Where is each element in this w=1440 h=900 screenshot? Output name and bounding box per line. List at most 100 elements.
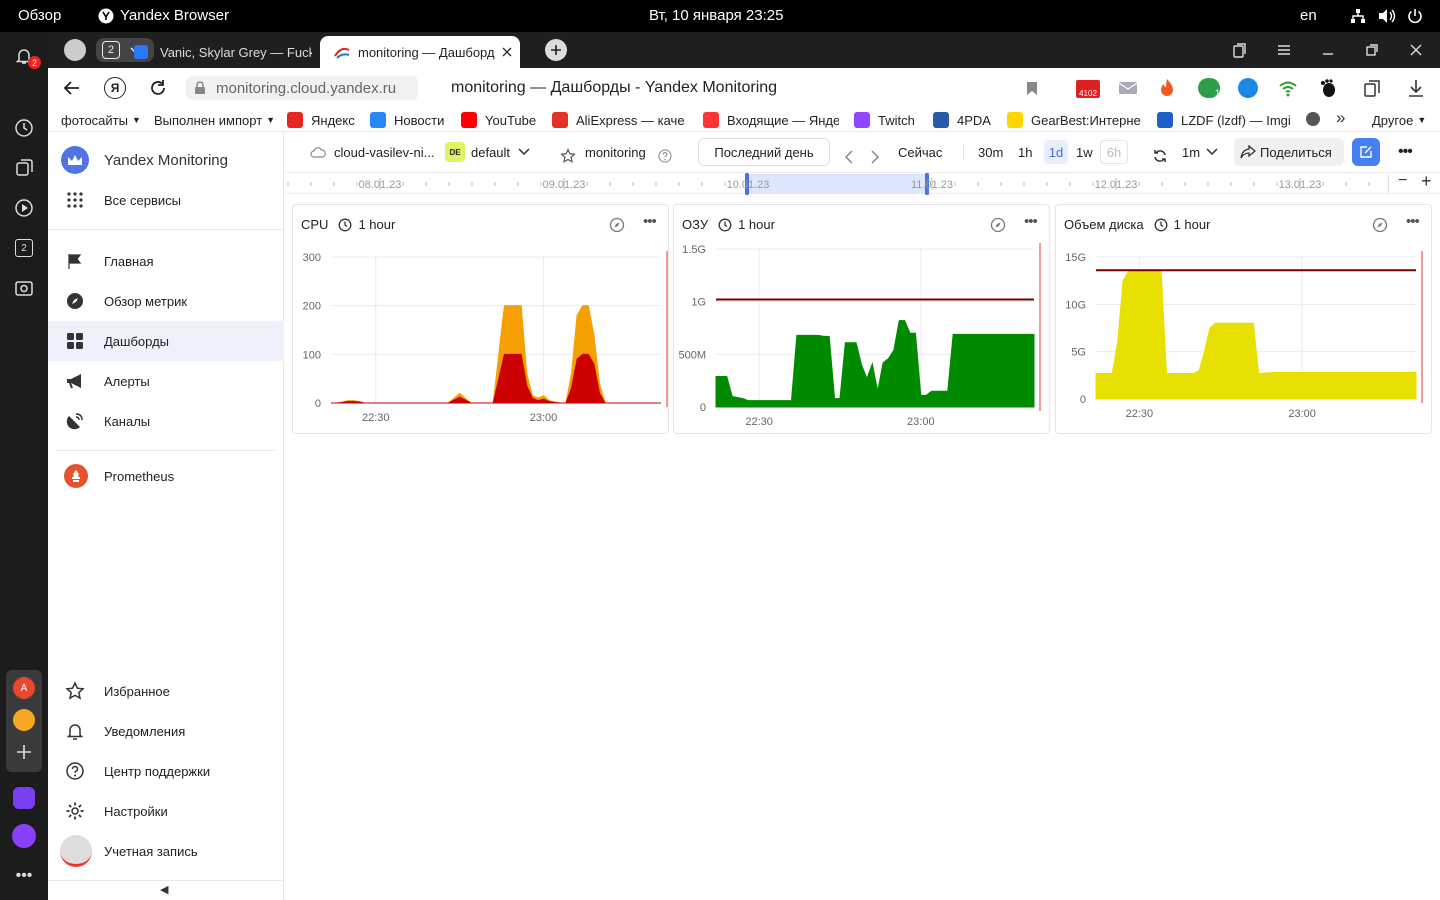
help-icon[interactable] [658,144,672,168]
tab-monitoring[interactable]: monitoring — Дашборд [320,36,520,68]
bookmarks-panel-icon[interactable] [1232,42,1248,58]
other-bookmarks[interactable]: Другое ▼ [1372,111,1426,129]
profile-avatar[interactable] [64,39,86,61]
zoom-in-icon[interactable]: + [1421,171,1432,192]
ram-chart[interactable]: 0 500M 1G 1.5G 22:30 23:00 [674,241,1051,431]
wifi-extension-icon[interactable] [1278,78,1298,98]
compass-icon[interactable] [609,217,625,233]
yandex-logo-icon[interactable]: Я [104,77,126,99]
sidebar-item-dashboards[interactable]: Дашборды [48,321,284,361]
share-button[interactable]: Поделиться [1234,138,1344,166]
compass-icon[interactable] [1372,217,1388,233]
bookmark-aliexpress[interactable]: AliExpress — каче [552,111,688,129]
timeline-selection[interactable] [746,174,928,194]
next-period-icon[interactable] [870,145,880,169]
notifications-dock-icon[interactable]: 2 [12,44,41,69]
close-window-icon[interactable] [1408,42,1424,58]
maximize-icon[interactable] [1364,42,1380,58]
gnome-extension-icon[interactable] [1318,78,1338,98]
app-menu[interactable]: Yandex Browser [98,7,229,24]
disk-chart[interactable]: 0 5G 10G 15G 22:30 23:00 [1056,241,1432,431]
bookmark-folder-imported[interactable]: Выполнен импорт ▼ [154,111,275,129]
favorite-star-icon[interactable] [560,144,576,168]
cloud-selector[interactable]: cloud-vasilev-ni... [310,140,434,164]
bookmark-4pda[interactable]: 4PDA [933,111,991,129]
cpu-chart[interactable]: 0 100 200 300 22:30 23:00 [293,241,670,431]
mail-extension-icon[interactable]: 4102 [1076,80,1100,98]
video-icon[interactable] [12,196,36,220]
sidebar-item-favorites[interactable]: Избранное [48,671,284,711]
range-1w[interactable]: 1w [1076,140,1093,164]
add-app-icon[interactable] [12,740,36,764]
translate-app-icon[interactable]: A [12,676,36,700]
clock[interactable]: Вт, 10 января 23:25 [649,7,783,24]
timeline[interactable]: 08.01.23 09.01.23 10.01.23 11.01.23 12.01.23… [284,171,1440,195]
range-30m[interactable]: 30m [978,140,1003,164]
screenshot-icon[interactable] [12,276,36,300]
bookmark-youtube[interactable]: YouTube [461,111,536,129]
close-tab-icon[interactable] [502,47,512,57]
messenger-app-icon[interactable] [12,786,36,810]
series-area-0[interactable] [715,320,1035,408]
fire-extension-icon[interactable] [1158,78,1176,98]
tab-youtube[interactable]: Vanic, Skylar Grey — Fucki [134,36,312,68]
cloud-extension-icon[interactable] [1238,78,1258,98]
sidebar-item-metrics[interactable]: Обзор метрик [48,281,284,321]
bookmark-yandex[interactable]: Яндекс [287,111,355,129]
sidebar-item-home[interactable]: Главная [48,241,284,281]
bookmark-gearbest[interactable]: GearBest:Интерне [1007,111,1141,129]
more-menu-icon[interactable]: ••• [1398,140,1413,164]
range-1h[interactable]: 1h [1018,140,1032,164]
brand-link[interactable]: Yandex Monitoring [48,140,284,180]
collections-toolbar-icon[interactable] [1362,78,1382,98]
more-icon[interactable]: ••• [12,864,36,888]
menu-icon[interactable] [1276,42,1292,58]
folder-selector[interactable]: DE default [445,140,530,164]
keyboard-layout[interactable]: en [1300,7,1317,24]
sidebar-item-account[interactable]: Учетная запись [48,831,284,871]
collapse-sidebar-icon[interactable]: ◀ [160,883,168,896]
range-6h[interactable]: 6h [1100,140,1128,164]
bookmark-imgur[interactable]: LZDF (lzdf) — Imgi [1157,111,1291,129]
sidebar-item-prometheus[interactable]: Prometheus [48,456,284,496]
back-icon[interactable] [62,77,82,99]
address-bar[interactable]: monitoring.cloud.yandex.ru [186,76,418,100]
activities-button[interactable]: Обзор [18,7,61,24]
workspace-icon[interactable]: 2 [12,236,36,260]
period-selector[interactable]: Последний день [698,138,830,166]
power-icon[interactable] [1407,8,1423,24]
download-icon[interactable] [1406,78,1426,98]
bookmark-yandex-mail[interactable]: Входящие — Янде [703,111,839,129]
zoom-out-icon[interactable]: − [1398,172,1407,190]
reload-icon[interactable] [148,77,168,99]
prev-period-icon[interactable] [844,145,854,169]
refresh-interval[interactable]: 1m [1182,140,1218,164]
sidebar-item-alerts[interactable]: Алерты [48,361,284,401]
envelope-icon[interactable] [1118,80,1138,96]
now-button[interactable]: Сейчас [898,140,942,164]
network-icon[interactable] [1350,8,1366,24]
panel-menu-icon[interactable]: ••• [643,213,657,230]
bookmark-misc-icon[interactable] [1306,112,1320,126]
all-services-button[interactable]: Все сервисы [48,180,284,220]
history-icon[interactable] [12,116,36,140]
more-bookmarks-icon[interactable]: » [1336,108,1345,128]
bookmark-folder-photos[interactable]: фотосайты ▼ [61,111,141,129]
compass-icon[interactable] [990,217,1006,233]
refresh-icon[interactable] [1152,144,1168,168]
edit-button[interactable] [1352,138,1380,166]
bookmark-twitch[interactable]: Twitch [854,111,915,129]
mail-app-icon[interactable] [12,708,36,732]
panel-menu-icon[interactable]: ••• [1406,213,1420,230]
range-1d[interactable]: 1d [1044,140,1068,164]
sidebar-item-channels[interactable]: Каналы [48,401,284,441]
bookmark-icon[interactable] [1026,81,1038,96]
sidebar-item-support[interactable]: Центр поддержки [48,751,284,791]
bookmark-news[interactable]: Новости [370,111,444,129]
sidebar-item-notifications[interactable]: Уведомления [48,711,284,751]
minimize-icon[interactable] [1320,42,1336,58]
shield-extension-icon[interactable]: 1 [1198,78,1220,98]
alice-app-icon[interactable] [12,824,36,848]
new-tab-button[interactable] [545,39,567,61]
sidebar-item-settings[interactable]: Настройки [48,791,284,831]
